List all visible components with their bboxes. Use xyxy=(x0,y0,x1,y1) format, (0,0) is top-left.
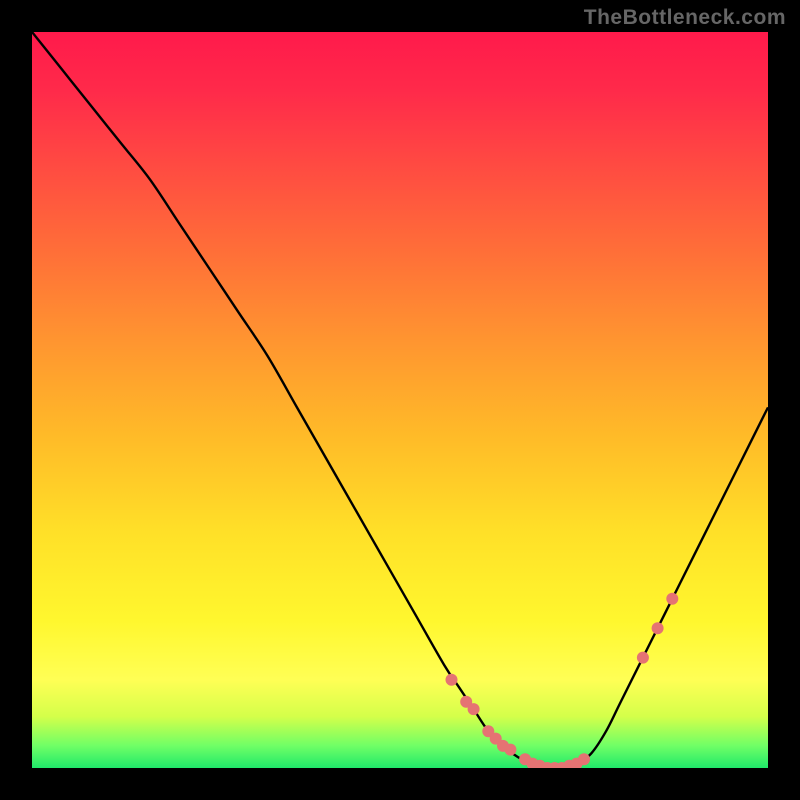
plot-area xyxy=(32,32,768,768)
curve-marker xyxy=(652,622,664,634)
curve-marker xyxy=(446,674,458,686)
curve-marker xyxy=(468,703,480,715)
curve-marker xyxy=(504,744,516,756)
curve-marker xyxy=(666,593,678,605)
bottleneck-chart xyxy=(32,32,768,768)
curve-marker xyxy=(578,753,590,765)
curve-marker xyxy=(637,652,649,664)
chart-frame: TheBottleneck.com xyxy=(0,0,800,800)
watermark-text: TheBottleneck.com xyxy=(584,6,786,30)
gradient-background xyxy=(32,32,768,768)
